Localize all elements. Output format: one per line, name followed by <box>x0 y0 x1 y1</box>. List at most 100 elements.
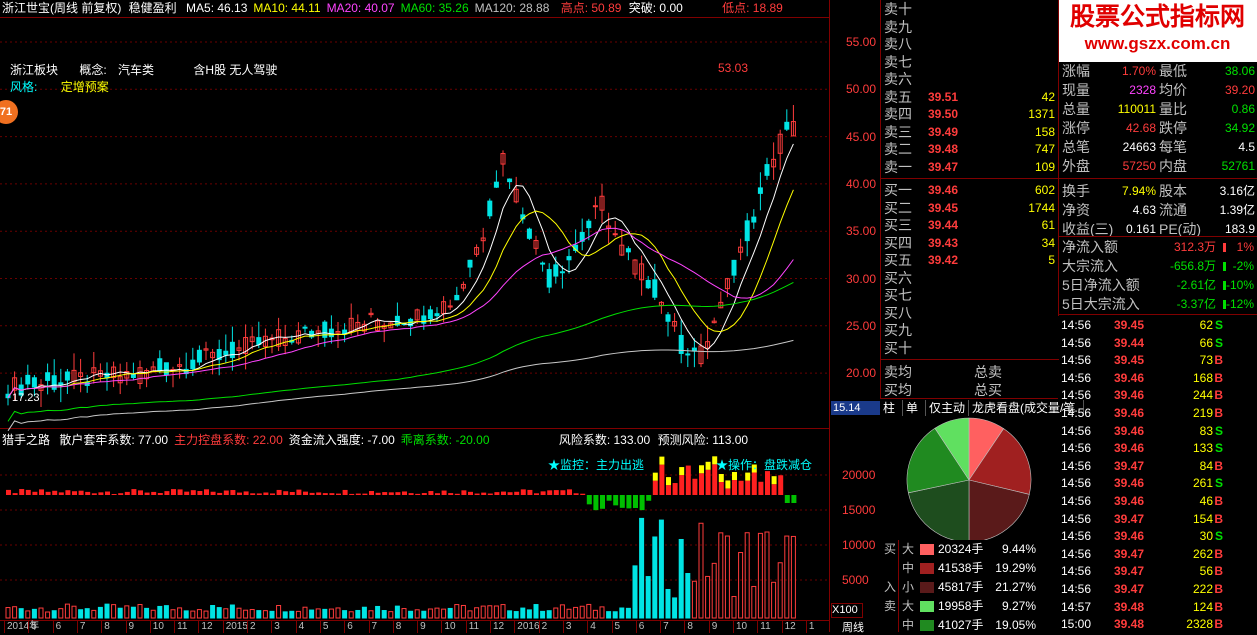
flow-bar-109 <box>725 488 731 495</box>
tick-vol-11: 154 <box>1192 511 1213 526</box>
sector-label[interactable]: 浙江板块 <box>10 63 58 77</box>
orderbook-sell-row-2[interactable]: 卖八 <box>881 35 1059 54</box>
tick-vol-14: 56 <box>1199 564 1213 579</box>
volume-bar-17 <box>117 607 123 619</box>
volume-bar-44 <box>295 610 301 619</box>
flow-bar-60 <box>402 491 407 495</box>
volume-bar-5 <box>38 607 44 619</box>
flow-bar-37 <box>250 493 256 495</box>
orderbook-buy-row-2[interactable]: 买三 39.44 61 <box>881 216 1059 235</box>
flow-bar-114 <box>758 481 764 495</box>
stat-row-1: 现量 2328 均价 39.20 <box>1059 81 1257 100</box>
flow-bar-42 <box>283 491 289 495</box>
flow-bar-69 <box>461 490 467 495</box>
x-axis-label-25: 5 <box>611 621 620 633</box>
x-axis-label-32: 12 <box>781 621 796 633</box>
volume-bar-9 <box>64 603 70 619</box>
tick-row-6[interactable]: 14:56 39.46 83 S <box>1058 422 1257 440</box>
tick-time-5: 14:56 <box>1061 406 1092 420</box>
x-axis-label-9: 2015 <box>222 621 248 633</box>
tick-dir-0: S <box>1214 318 1223 332</box>
flow-bar-52 <box>349 493 355 495</box>
tab-1[interactable]: 单 <box>903 400 926 416</box>
volume-bar-91 <box>606 611 612 619</box>
fund-flow-key-3: 5日大宗流入 <box>1062 296 1140 312</box>
orderbook-buy-row-0[interactable]: 买一 39.46 602 <box>881 181 1059 200</box>
tick-row-3[interactable]: 14:56 39.46 168 B <box>1058 369 1257 387</box>
volume-bar-60 <box>401 608 407 619</box>
stat-row-4: 总笔 24663 每笔 4.5 <box>1059 138 1257 157</box>
tick-row-11[interactable]: 14:56 39.47 154 B <box>1058 510 1257 528</box>
tick-vol-0: 62 <box>1199 318 1213 332</box>
orderbook-buy-row-6[interactable]: 买七 <box>881 286 1059 305</box>
volume-bar-114 <box>757 532 763 619</box>
tick-row-15[interactable]: 14:56 39.47 222 B <box>1058 580 1257 598</box>
tick-row-16[interactable]: 14:57 39.48 124 B <box>1058 598 1257 616</box>
candle-body-4 <box>31 377 37 388</box>
orderbook-buy-row-5[interactable]: 买六 <box>881 269 1059 288</box>
sell-label-3: 卖七 <box>884 53 912 70</box>
tick-row-7[interactable]: 14:56 39.46 133 S <box>1058 439 1257 457</box>
orderbook-sell-row-3[interactable]: 卖七 <box>881 53 1059 72</box>
stat-key1-1: 现量 <box>1062 82 1090 98</box>
tick-row-12[interactable]: 14:56 39.46 30 S <box>1058 527 1257 545</box>
volume-bar-94 <box>625 607 631 619</box>
stat-row-7: 净资 4.63 流通 1.39亿 <box>1059 201 1257 220</box>
ma-label-1: MA10: 44.11 <box>253 1 321 15</box>
kline-chart[interactable] <box>0 0 830 632</box>
tick-time-2: 14:56 <box>1061 353 1092 368</box>
flow-bar-115 <box>765 471 770 495</box>
flow-bar-78 <box>520 489 526 495</box>
volume-bar-100 <box>665 588 671 619</box>
orderbook-sell-row-8[interactable]: 卖二 39.48 747 <box>881 140 1059 159</box>
volume-bar-69 <box>460 604 466 619</box>
flow-bar-85 <box>567 489 572 495</box>
tick-row-1[interactable]: 14:56 39.44 66 S <box>1058 334 1257 352</box>
volume-bar-86 <box>573 606 579 619</box>
tick-row-10[interactable]: 14:56 39.46 46 B <box>1058 492 1257 510</box>
style-label2: 风格: <box>10 80 38 94</box>
order-book: 卖十 卖九 卖八 卖七 卖六 卖五 39.51 42 卖四 39.50 1371 卖三 39.49 158… <box>880 0 1059 398</box>
moving-average-lines <box>7 143 794 432</box>
tick-row-17[interactable]: 15:00 39.48 2328 B <box>1058 615 1257 633</box>
tick-row-0[interactable]: 14:56 39.45 62 S <box>1058 316 1257 334</box>
tick-row-4[interactable]: 14:56 39.46 244 B <box>1058 386 1257 404</box>
orderbook-sell-row-5[interactable]: 卖五 39.51 42 <box>881 88 1059 107</box>
tick-row-2[interactable]: 14:56 39.45 73 B <box>1058 351 1257 369</box>
sell-vol-8: 747 <box>1034 142 1055 156</box>
tab-0[interactable]: 柱 <box>880 400 903 416</box>
buy-label-3: 买四 <box>884 234 912 251</box>
x-axis-label-1: 5 <box>28 621 37 633</box>
orderbook-buy-row-3[interactable]: 买四 39.43 34 <box>881 234 1059 253</box>
tick-dir-5: B <box>1214 406 1223 420</box>
orderbook-sell-row-1[interactable]: 卖九 <box>881 18 1059 37</box>
orderbook-sell-row-0[interactable]: 卖十 <box>881 0 1059 19</box>
tick-row-5[interactable]: 14:56 39.46 219 B <box>1058 404 1257 422</box>
flow-bar-26 <box>177 489 183 495</box>
orderbook-sell-row-6[interactable]: 卖四 39.50 1371 <box>881 105 1059 124</box>
orderbook-sell-row-4[interactable]: 卖六 <box>881 70 1059 89</box>
volume-bar-1 <box>12 606 18 619</box>
flow-bar-49 <box>329 493 335 495</box>
tick-row-14[interactable]: 14:56 39.47 56 B <box>1058 562 1257 580</box>
tick-row-9[interactable]: 14:56 39.46 261 S <box>1058 474 1257 492</box>
orderbook-buy-row-7[interactable]: 买八 <box>881 304 1059 323</box>
flow-bar-62 <box>415 493 421 495</box>
orderbook-buy-row-4[interactable]: 买五 39.42 5 <box>881 251 1059 270</box>
orderbook-sell-row-9[interactable]: 卖一 39.47 109 <box>881 158 1059 177</box>
orderbook-buy-row-8[interactable]: 买九 <box>881 321 1059 340</box>
period-label[interactable]: 周线 <box>842 619 864 635</box>
flow-bar-96 <box>639 495 645 511</box>
volume-bar-92 <box>612 611 618 619</box>
orderbook-buy-row-9[interactable]: 买十 <box>881 339 1059 358</box>
orderbook-buy-row-1[interactable]: 买二 39.45 1744 <box>881 199 1059 218</box>
tick-row-8[interactable]: 14:56 39.47 84 B <box>1058 457 1257 475</box>
flow-size-3: 大 <box>902 599 915 613</box>
candle-body-89 <box>592 205 598 208</box>
volume-bar-93 <box>619 607 625 619</box>
orderbook-sell-row-7[interactable]: 卖三 39.49 158 <box>881 123 1059 142</box>
tick-row-13[interactable]: 14:56 39.47 262 B <box>1058 545 1257 563</box>
indicator-title[interactable]: 猎手之路 <box>2 433 50 447</box>
tab-2[interactable]: 仅主动 <box>926 400 969 416</box>
buy-label-9: 买十 <box>884 339 912 356</box>
